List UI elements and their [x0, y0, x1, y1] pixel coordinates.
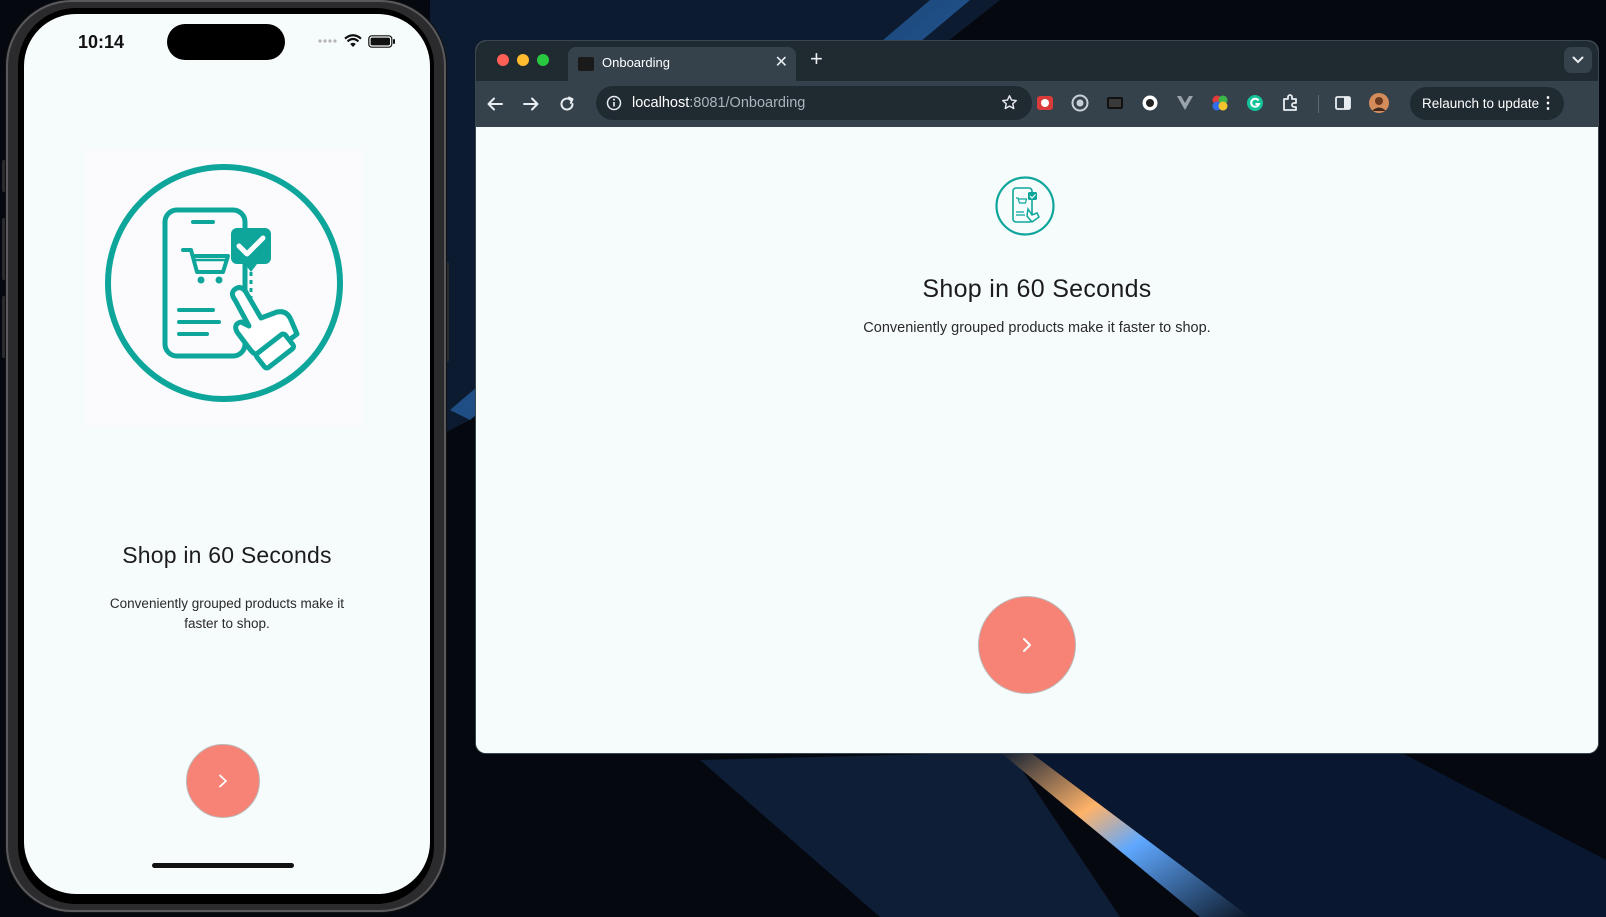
extension-target-icon[interactable]: [1071, 94, 1089, 112]
browser-titlebar: Onboarding ✕ +: [476, 41, 1598, 81]
tab-favicon: [578, 57, 594, 71]
extension-vue-icon[interactable]: [1176, 94, 1194, 112]
reload-icon: [560, 96, 574, 111]
tab-search-button[interactable]: [1564, 47, 1592, 73]
extension-red-icon[interactable]: [1036, 94, 1054, 112]
onboarding-title: Shop in 60 Seconds: [922, 275, 1152, 303]
reload-button[interactable]: [554, 91, 580, 117]
address-bar[interactable]: localhost:8081/Onboarding: [596, 86, 1032, 120]
chevron-right-icon: [219, 774, 227, 788]
home-indicator[interactable]: [152, 863, 294, 868]
onboarding-title: Shop in 60 Seconds: [122, 542, 332, 568]
back-button[interactable]: [482, 91, 508, 117]
browser-window: Onboarding ✕ + localhost:8081/Onboarding…: [476, 41, 1598, 753]
window-close-button[interactable]: [497, 54, 509, 66]
address-url: localhost:8081/Onboarding: [632, 95, 805, 111]
back-icon: [487, 97, 503, 111]
star-icon[interactable]: [1001, 94, 1018, 111]
browser-toolbar: localhost:8081/Onboarding Relaunch to up…: [476, 81, 1598, 127]
next-button[interactable]: [978, 596, 1076, 694]
next-button[interactable]: [186, 744, 260, 818]
window-zoom-button[interactable]: [537, 54, 549, 66]
url-host: localhost: [632, 95, 690, 111]
relaunch-button[interactable]: Relaunch to update ⋮: [1410, 87, 1564, 120]
shopping-phone-illustration: [995, 176, 1055, 236]
dynamic-island: [167, 24, 285, 60]
shopping-phone-illustration: [105, 164, 343, 402]
battery-icon: [368, 34, 395, 48]
extensions-icon[interactable]: [1281, 94, 1299, 112]
extension-terminal-icon[interactable]: [1106, 94, 1124, 112]
extension-colorwheel-icon[interactable]: [1211, 94, 1229, 112]
tab-onboarding[interactable]: Onboarding ✕: [568, 47, 796, 81]
url-path: :8081/Onboarding: [689, 95, 806, 111]
onboarding-illustration: [85, 150, 363, 426]
plus-icon[interactable]: +: [810, 46, 823, 72]
chevron-down-icon: [1572, 56, 1584, 64]
relaunch-label: Relaunch to update: [1422, 96, 1540, 111]
site-info-icon[interactable]: [606, 95, 622, 111]
sidebar-icon[interactable]: [1334, 94, 1352, 112]
phone-screen: 10:14 Shop in 60 Seconds Conveniently gr…: [24, 14, 430, 894]
status-icons: [318, 34, 396, 48]
chevron-right-icon: [1023, 638, 1031, 652]
wifi-icon: [344, 34, 362, 47]
web-page: Shop in 60 Seconds Conveniently grouped …: [476, 127, 1598, 753]
status-time: 10:14: [78, 32, 125, 52]
toolbar-divider: [1318, 95, 1319, 113]
extension-grammarly-icon[interactable]: [1246, 94, 1264, 112]
close-icon[interactable]: ✕: [775, 52, 788, 72]
kebab-menu-icon[interactable]: ⋮: [1540, 93, 1556, 113]
onboarding-description: Conveniently grouped products make it fa…: [863, 320, 1211, 336]
tab-title: Onboarding: [602, 55, 670, 70]
forward-button[interactable]: [518, 91, 544, 117]
onboarding-description: Conveniently grouped products make it fa…: [109, 596, 345, 631]
cellular-signal-icon: [318, 39, 337, 43]
forward-icon: [523, 97, 539, 111]
extension-circle-icon[interactable]: [1141, 94, 1159, 112]
profile-avatar[interactable]: [1369, 93, 1389, 113]
window-minimize-button[interactable]: [517, 54, 529, 66]
